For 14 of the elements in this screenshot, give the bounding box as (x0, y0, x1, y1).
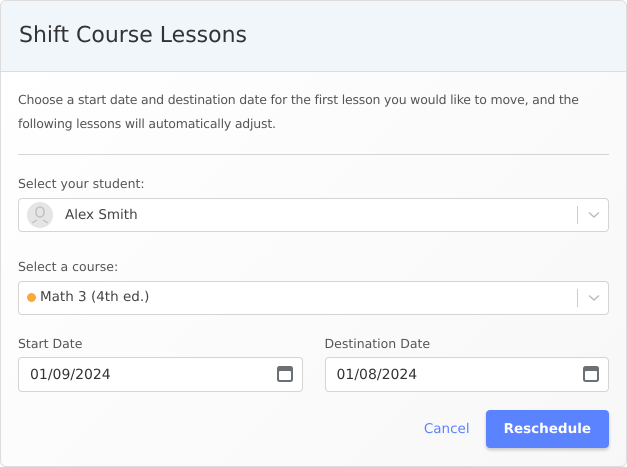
field-label: Select your student: (18, 175, 146, 193)
date-field[interactable]: 01/08/2024 (324, 357, 609, 392)
student-select[interactable]: Alex Smith (18, 198, 609, 232)
chevron-icon (588, 294, 600, 302)
chevron-icon (588, 210, 600, 219)
field-label: Start Date (18, 334, 84, 352)
description: Choose a start date and destination date for the first lesson you would like to move, and the following lessons will automatically adjust. (18, 91, 580, 133)
date-field[interactable]: 01/09/2024 (18, 357, 302, 392)
course-select[interactable]: Math 3 (4th ed.) (18, 280, 609, 314)
field-label: Select a course: (18, 258, 120, 276)
calendar-icon[interactable] (582, 365, 600, 384)
dialog-title: Shift Course Lessons (19, 22, 247, 50)
calendar-icon[interactable] (276, 365, 294, 384)
field-label: Destination Date (324, 334, 432, 352)
